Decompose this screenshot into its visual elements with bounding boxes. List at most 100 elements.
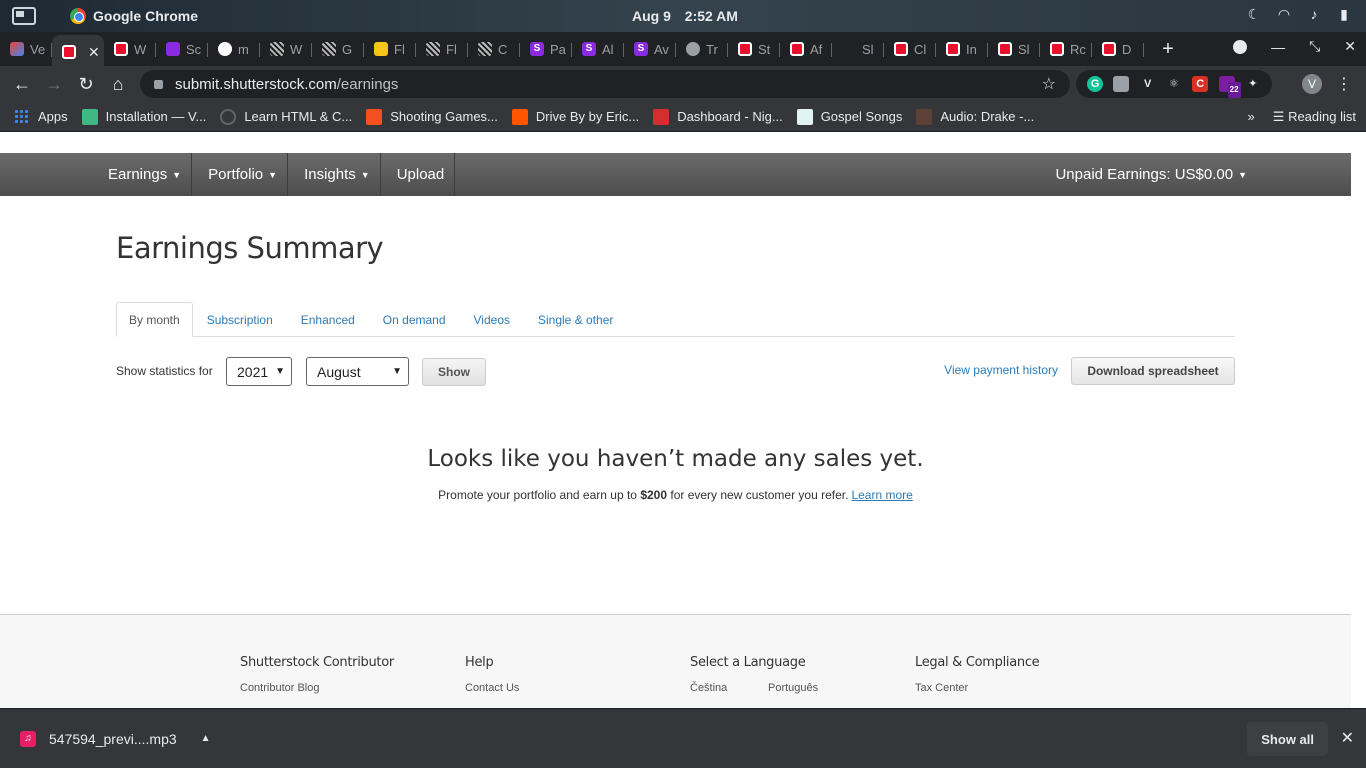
browser-tab[interactable]: W [260, 35, 312, 63]
reload-icon[interactable]: ↻ [70, 74, 102, 95]
language-link[interactable]: Čeština [690, 682, 768, 694]
browser-tab[interactable]: Sl [832, 35, 884, 63]
nav-portfolio[interactable]: Portfolio ▼ [192, 153, 289, 196]
footer-col-contributor: Shutterstock Contributor Contributor Blo… [240, 655, 394, 701]
launcher-icon[interactable] [12, 7, 36, 25]
bookmark-item[interactable]: Drive By by Eric... [511, 108, 639, 125]
tab-label: W [134, 41, 147, 57]
bookmark-item[interactable]: Audio: Drake -... [916, 108, 1034, 125]
year-select[interactable]: 2021 ▼ [226, 357, 292, 386]
grammarly-icon[interactable]: G [1087, 76, 1104, 92]
nav-earnings[interactable]: Earnings ▼ [92, 153, 193, 196]
camera-icon[interactable] [1113, 76, 1130, 92]
forward-icon[interactable]: → [38, 74, 70, 95]
vue-devtools-icon[interactable]: V [1140, 76, 1156, 92]
month-select[interactable]: August ▼ [306, 357, 409, 386]
browser-tab[interactable]: C [468, 35, 520, 63]
profile-avatar[interactable]: V [1302, 74, 1322, 94]
tab-search-icon[interactable] [1233, 39, 1248, 54]
system-tray[interactable]: ☾ ◠ ♪ ▮ [1246, 6, 1352, 22]
bookmark-label: Learn HTML & C... [244, 109, 353, 124]
bookmark-item[interactable]: Dashboard - Nig... [653, 108, 783, 125]
browser-tab[interactable]: W [104, 35, 156, 63]
browser-tab[interactable]: S Al [572, 35, 624, 63]
puzzle-icon[interactable]: ✦ [1245, 76, 1261, 92]
address-bar[interactable]: submit.shutterstock.com/earnings ☆ [140, 70, 1070, 98]
more-bookmarks-icon[interactable]: » [1248, 109, 1255, 124]
tab-videos[interactable]: Videos [460, 302, 524, 337]
back-icon[interactable]: ← [6, 74, 38, 95]
bookmark-star-icon[interactable]: ☆ [1042, 74, 1056, 94]
tab-subscription[interactable]: Subscription [193, 302, 287, 337]
lock-icon[interactable] [154, 79, 163, 89]
loading-icon [220, 108, 237, 125]
bookmark-item[interactable]: Learn HTML & C... [220, 108, 353, 125]
show-all-button[interactable]: Show all [1247, 722, 1328, 756]
volume-icon[interactable]: ♪ [1306, 6, 1322, 22]
nav-insights[interactable]: Insights ▼ [288, 153, 381, 196]
browser-tab[interactable]: Cl [884, 35, 936, 63]
browser-tab[interactable]: Rc [1040, 35, 1092, 63]
minimize-icon[interactable]: — [1271, 39, 1285, 55]
home-icon[interactable]: ⌂ [102, 74, 134, 95]
browser-tab[interactable]: Fl [416, 35, 468, 63]
nav-label: Upload [396, 166, 445, 183]
browser-tab[interactable]: St [728, 35, 780, 63]
nav-upload[interactable]: Upload [381, 153, 456, 196]
language-link[interactable]: Português [768, 682, 846, 694]
bookmark-item[interactable]: Apps [14, 108, 68, 125]
browser-tab[interactable]: Af [780, 35, 832, 63]
download-file-name[interactable]: 547594_previ....mp3 [49, 731, 177, 747]
browser-tab[interactable]: D [1092, 35, 1144, 63]
browser-tab[interactable]: Sc [156, 35, 208, 63]
browser-tab[interactable]: Tr [676, 35, 728, 63]
close-window-icon[interactable]: ✕ [1344, 38, 1356, 55]
purple-s-favicon-icon: S [634, 42, 648, 56]
tab-enhanced[interactable]: Enhanced [287, 302, 369, 337]
extension-badge-icon[interactable]: 22 [1218, 76, 1241, 98]
browser-tab[interactable]: m [208, 35, 260, 63]
browser-tab[interactable]: In [936, 35, 988, 63]
tab-single-other[interactable]: Single & other [524, 302, 627, 337]
unpaid-earnings-dropdown[interactable]: Unpaid Earnings: US$0.00 ▼ [1055, 166, 1247, 183]
chevron-down-icon: ▼ [172, 169, 182, 180]
battery-icon[interactable]: ▮ [1336, 6, 1352, 22]
wifi-icon[interactable]: ◠ [1276, 6, 1292, 22]
show-button[interactable]: Show [422, 358, 486, 386]
bookmark-item[interactable]: Installation — V... [81, 108, 206, 125]
chevron-up-icon[interactable]: ▲ [201, 733, 211, 744]
tab-active[interactable]: ✕ [52, 35, 104, 69]
extension-c-icon[interactable]: C [1192, 76, 1209, 92]
browser-tab[interactable]: Fl [364, 35, 416, 63]
bookmark-item[interactable]: Gospel Songs [796, 108, 902, 125]
browser-tab[interactable]: Sl [988, 35, 1040, 63]
react-devtools-icon[interactable]: ⚛ [1166, 76, 1182, 92]
browser-tab[interactable]: S Av [624, 35, 676, 63]
tab-close-icon[interactable]: ✕ [88, 44, 100, 61]
browser-tab[interactable]: Ve [0, 35, 52, 63]
reading-list-button[interactable]: ☰ Reading list [1273, 109, 1356, 125]
chevron-down-icon: ▼ [268, 169, 278, 180]
close-icon[interactable]: ✕ [1341, 728, 1354, 748]
bookmark-item[interactable]: Shooting Games... [366, 108, 498, 125]
learn-more-link[interactable]: Learn more [851, 488, 912, 502]
contact-us-link[interactable]: Contact Us [465, 682, 519, 694]
tax-center-link[interactable]: Tax Center [915, 682, 1039, 694]
browser-tab[interactable]: S Pa [520, 35, 572, 63]
scrollbar[interactable] [1351, 133, 1366, 708]
stripe-favicon-icon [270, 42, 284, 56]
tab-label: In [966, 41, 977, 57]
extensions-area: G V ⚛ C 22 ✦ [1076, 70, 1272, 98]
tab-label: G [342, 41, 353, 57]
menu-dots-icon[interactable]: ⋮ [1336, 74, 1352, 94]
view-payment-history-link[interactable]: View payment history [944, 363, 1058, 377]
new-tab-icon[interactable]: + [1154, 38, 1182, 61]
tab-by-month[interactable]: By month [116, 302, 193, 337]
contributor-blog-link[interactable]: Contributor Blog [240, 682, 394, 694]
night-mode-icon[interactable]: ☾ [1246, 6, 1262, 22]
tab-on-demand[interactable]: On demand [369, 302, 460, 337]
browser-tab[interactable]: G [312, 35, 364, 63]
stripe-favicon-icon [322, 42, 336, 56]
download-spreadsheet-button[interactable]: Download spreadsheet [1071, 357, 1235, 385]
restore-icon[interactable]: ⤡ [1309, 38, 1320, 55]
